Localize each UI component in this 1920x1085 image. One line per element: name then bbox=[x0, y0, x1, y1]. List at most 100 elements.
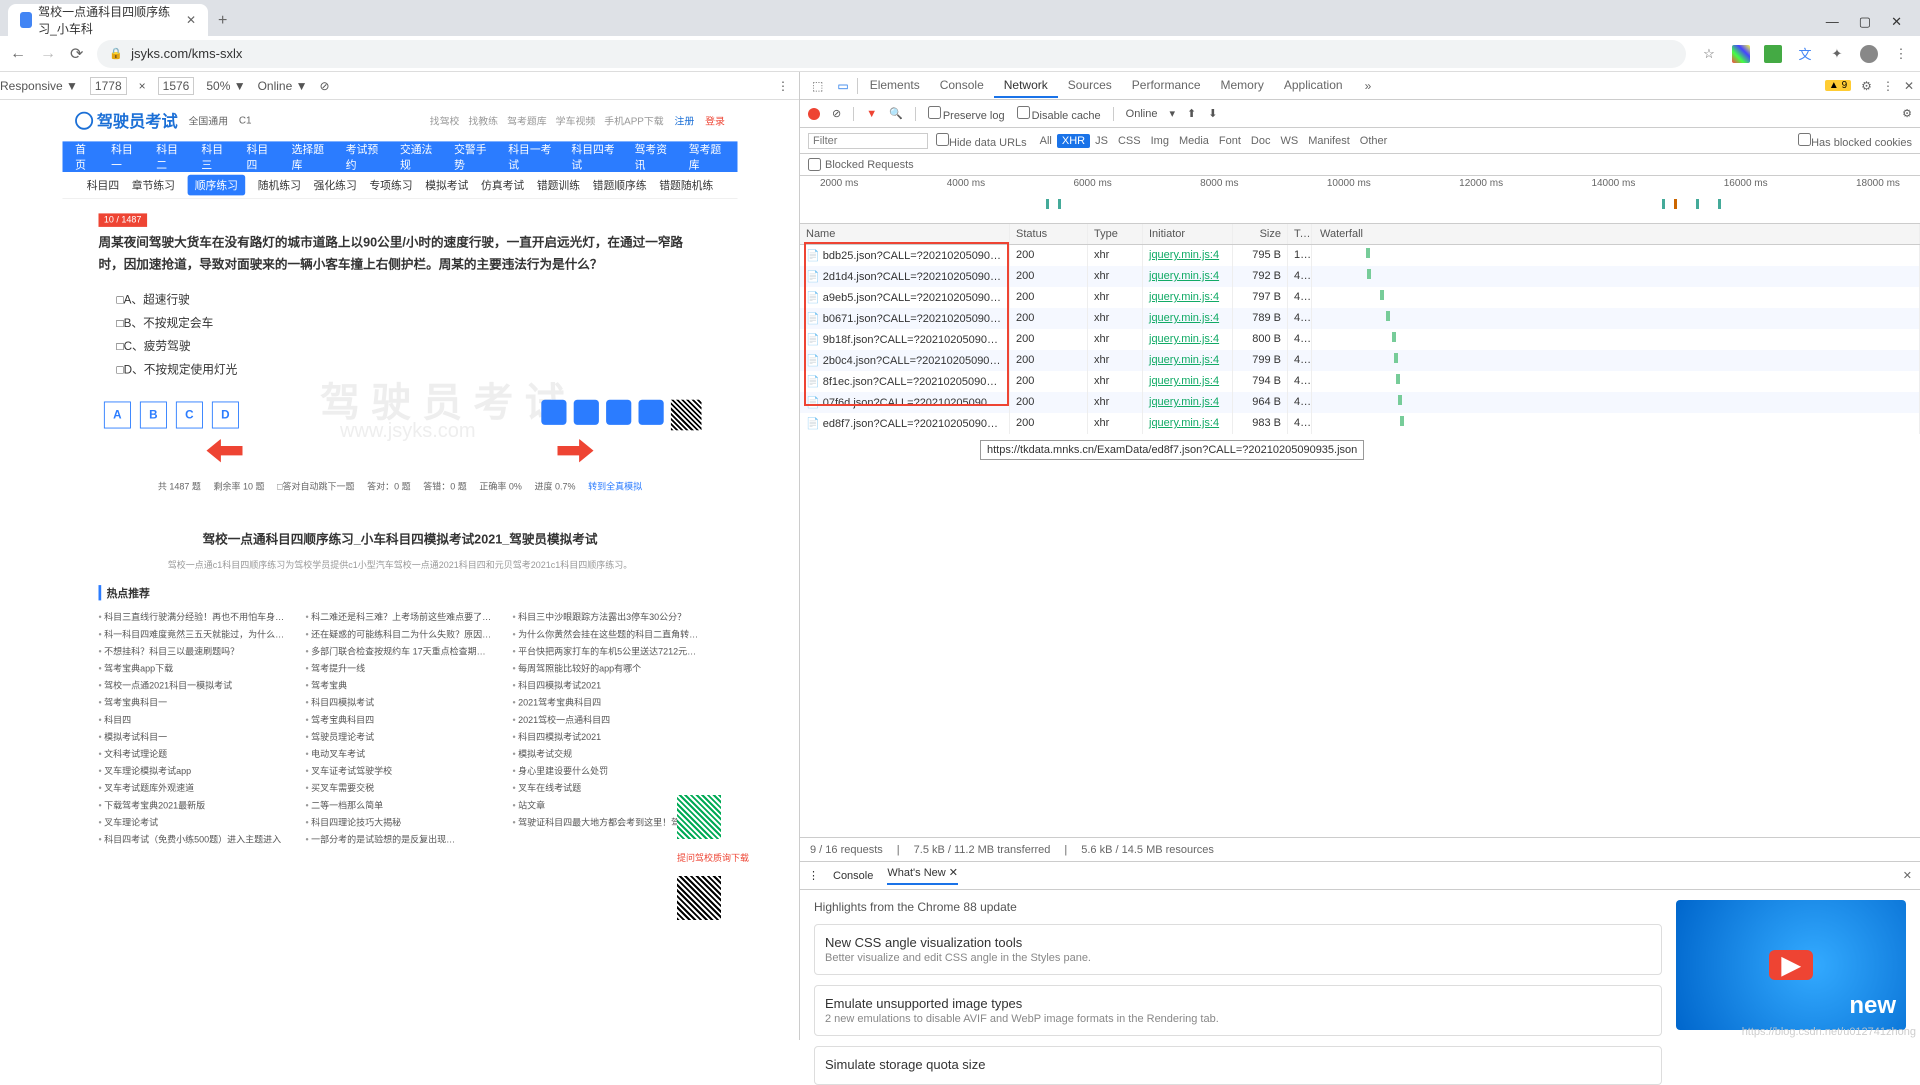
hot-link[interactable]: 身心里建设要什么处罚 bbox=[512, 763, 701, 777]
filter-type[interactable]: XHR bbox=[1057, 134, 1090, 148]
blocked-cookies[interactable]: Has blocked cookies bbox=[1798, 133, 1912, 149]
hot-link[interactable]: 驾考宝典科目四 bbox=[305, 712, 494, 726]
hot-link[interactable]: 不想挂科？科目三以最速刷题吗？ bbox=[98, 643, 287, 657]
subnav-item[interactable]: 模拟考试 bbox=[425, 177, 468, 192]
filter-type[interactable]: All bbox=[1035, 134, 1057, 148]
hot-link[interactable]: 科目三直线行驶满分经验！再也不用怕车身跑偏了 bbox=[98, 609, 287, 623]
nav-item[interactable]: 科目一 bbox=[111, 141, 138, 172]
hot-link[interactable]: 一部分考的是试验想的是反复出现… bbox=[305, 831, 494, 845]
license-type[interactable]: C1 bbox=[238, 115, 251, 126]
req-initiator[interactable]: jquery.min.js:4 bbox=[1143, 245, 1233, 266]
network-row[interactable]: 📄 bdb25.json?CALL=?20210205090935.json20… bbox=[800, 245, 1920, 266]
hot-link[interactable]: 还在疑惑的可能练科目二为什么失败？原因都在这！ bbox=[305, 626, 494, 640]
hot-link[interactable]: 2021驾校一点通科目四 bbox=[512, 712, 701, 726]
answer-button[interactable]: A bbox=[103, 401, 130, 428]
hot-link[interactable]: 模拟考试科目一 bbox=[98, 729, 287, 743]
devtools-tab[interactable]: Elements bbox=[860, 74, 930, 98]
filter-type[interactable]: Doc bbox=[1246, 134, 1276, 148]
devtools-tab[interactable]: Memory bbox=[1211, 74, 1274, 98]
hot-link[interactable]: 驾考宝典app下载 bbox=[98, 660, 287, 674]
whatsnew-promo[interactable]: ▶ new bbox=[1676, 900, 1906, 1030]
answer-button[interactable]: C bbox=[175, 401, 202, 428]
window-maximize[interactable]: ▢ bbox=[1859, 14, 1871, 30]
hot-link[interactable]: 驾校一点通2021科目一模拟考试 bbox=[98, 677, 287, 691]
filter-type[interactable]: Manifest bbox=[1303, 134, 1355, 148]
upload-icon[interactable]: ⬆ bbox=[1187, 107, 1196, 120]
header-link[interactable]: 驾考题库 bbox=[507, 114, 547, 128]
new-tab-button[interactable]: + bbox=[218, 12, 227, 36]
clear-icon[interactable]: ⊘ bbox=[832, 107, 841, 120]
network-row[interactable]: 📄 07f6d.json?CALL=?20210205090935.json20… bbox=[800, 392, 1920, 413]
hot-link[interactable]: 科目四模拟考试2021 bbox=[512, 677, 701, 691]
network-row[interactable]: 📄 a9eb5.json?CALL=?20210205090935.json20… bbox=[800, 287, 1920, 308]
next-arrow[interactable] bbox=[557, 439, 593, 462]
header-link[interactable]: 找驾校 bbox=[429, 114, 459, 128]
region[interactable]: 全国通用 bbox=[188, 114, 228, 128]
whatsnew-card[interactable]: Simulate storage quota size bbox=[814, 1046, 1662, 1085]
devtools-close-icon[interactable]: ✕ bbox=[1904, 79, 1914, 93]
whatsnew-card[interactable]: New CSS angle visualization toolsBetter … bbox=[814, 924, 1662, 975]
url-input[interactable]: 🔒 jsyks.com/kms-sxlx bbox=[97, 40, 1686, 68]
req-initiator[interactable]: jquery.min.js:4 bbox=[1143, 413, 1233, 434]
network-row[interactable]: 📄 ed8f7.json?CALL=?20210205090935.json20… bbox=[800, 413, 1920, 434]
drawer-menu-icon[interactable]: ⋮ bbox=[808, 869, 819, 882]
subnav-item[interactable]: 随机练习 bbox=[257, 177, 300, 192]
login-link[interactable]: 注册 bbox=[674, 114, 694, 128]
throttle-select[interactable]: Online bbox=[1126, 108, 1158, 120]
nav-item[interactable]: 科目四 bbox=[246, 141, 273, 172]
nav-item[interactable]: 选择题库 bbox=[291, 141, 327, 172]
network-row[interactable]: 📄 2b0c4.json?CALL=?20210205090935.json20… bbox=[800, 350, 1920, 371]
filter-icon[interactable]: ▼ bbox=[866, 108, 877, 120]
inspect-icon[interactable]: ⬚ bbox=[806, 79, 829, 93]
hot-link[interactable]: 科目四 bbox=[98, 712, 287, 726]
blocked-checkbox[interactable] bbox=[808, 158, 821, 171]
qr-code-2[interactable] bbox=[677, 876, 721, 920]
subnav-item[interactable]: 科目四 bbox=[86, 177, 118, 192]
hot-link[interactable]: 二等一档那么简单 bbox=[305, 797, 494, 811]
hot-link[interactable]: 多部门联合检查按规约车 17天重点检查期到来 bbox=[305, 643, 494, 657]
header-link[interactable]: 学车视频 bbox=[555, 114, 595, 128]
network-row[interactable]: 📄 b0671.json?CALL=?20210205090935.json20… bbox=[800, 308, 1920, 329]
col-type[interactable]: Type bbox=[1088, 224, 1143, 244]
hot-link[interactable]: 驾考宝典科目一 bbox=[98, 695, 287, 709]
hot-link[interactable]: 驾驶证科目四最大地方都会考到这里！驾考驾校必… bbox=[512, 814, 701, 828]
network-settings-icon[interactable]: ⚙ bbox=[1902, 107, 1912, 120]
filter-type[interactable]: CSS bbox=[1113, 134, 1146, 148]
question-option[interactable]: □C、疲劳驾驶 bbox=[116, 335, 701, 358]
network-row[interactable]: 📄 9b18f.json?CALL=?20210205090935.json20… bbox=[800, 329, 1920, 350]
subnav-item[interactable]: 章节练习 bbox=[131, 177, 174, 192]
subnav-item[interactable]: 错题随机练 bbox=[659, 177, 713, 192]
hot-link[interactable]: 站文章 bbox=[512, 797, 701, 811]
filter-input[interactable] bbox=[808, 133, 928, 149]
zoom-level[interactable]: 50% ▼ bbox=[206, 79, 245, 93]
device-mode-icon[interactable]: ▭ bbox=[831, 79, 854, 93]
subnav-item[interactable]: 仿真考试 bbox=[481, 177, 524, 192]
hot-link[interactable]: 下载驾考宝典2021最新版 bbox=[98, 797, 287, 811]
col-name[interactable]: Name bbox=[800, 224, 1010, 244]
browser-tab[interactable]: 驾校一点通科目四顺序练习_小车科 ✕ bbox=[8, 4, 208, 36]
device-menu-icon[interactable]: ⋮ bbox=[777, 79, 799, 93]
window-minimize[interactable]: — bbox=[1826, 14, 1839, 30]
filter-type[interactable]: WS bbox=[1275, 134, 1303, 148]
window-close[interactable]: ✕ bbox=[1891, 14, 1902, 30]
nav-item[interactable]: 交警手势 bbox=[454, 141, 490, 172]
devtools-tab[interactable]: Network bbox=[994, 74, 1058, 98]
nav-item[interactable]: 科目一考试 bbox=[508, 141, 553, 172]
viewport-height[interactable]: 1576 bbox=[158, 77, 195, 95]
req-initiator[interactable]: jquery.min.js:4 bbox=[1143, 392, 1233, 413]
filter-type[interactable]: Font bbox=[1214, 134, 1246, 148]
col-status[interactable]: Status bbox=[1010, 224, 1088, 244]
forward-button[interactable]: → bbox=[40, 45, 56, 63]
hot-link[interactable]: 模拟考试交规 bbox=[512, 746, 701, 760]
download-icon[interactable]: ⬇ bbox=[1208, 107, 1217, 120]
nav-item[interactable]: 科目四考试 bbox=[571, 141, 616, 172]
col-size[interactable]: Size bbox=[1233, 224, 1288, 244]
question-option[interactable]: □D、不按规定使用灯光 bbox=[116, 358, 701, 381]
nav-item[interactable]: 首页 bbox=[75, 141, 93, 172]
hot-link[interactable]: 叉车证考试驾驶学校 bbox=[305, 763, 494, 777]
hide-data-urls[interactable]: Hide data URLs bbox=[936, 133, 1027, 149]
subnav-item[interactable]: 错题顺序练 bbox=[592, 177, 646, 192]
ext-icon-1[interactable] bbox=[1732, 45, 1750, 63]
subnav-item[interactable]: 专项练习 bbox=[369, 177, 412, 192]
whatsnew-card[interactable]: Emulate unsupported image types2 new emu… bbox=[814, 985, 1662, 1036]
